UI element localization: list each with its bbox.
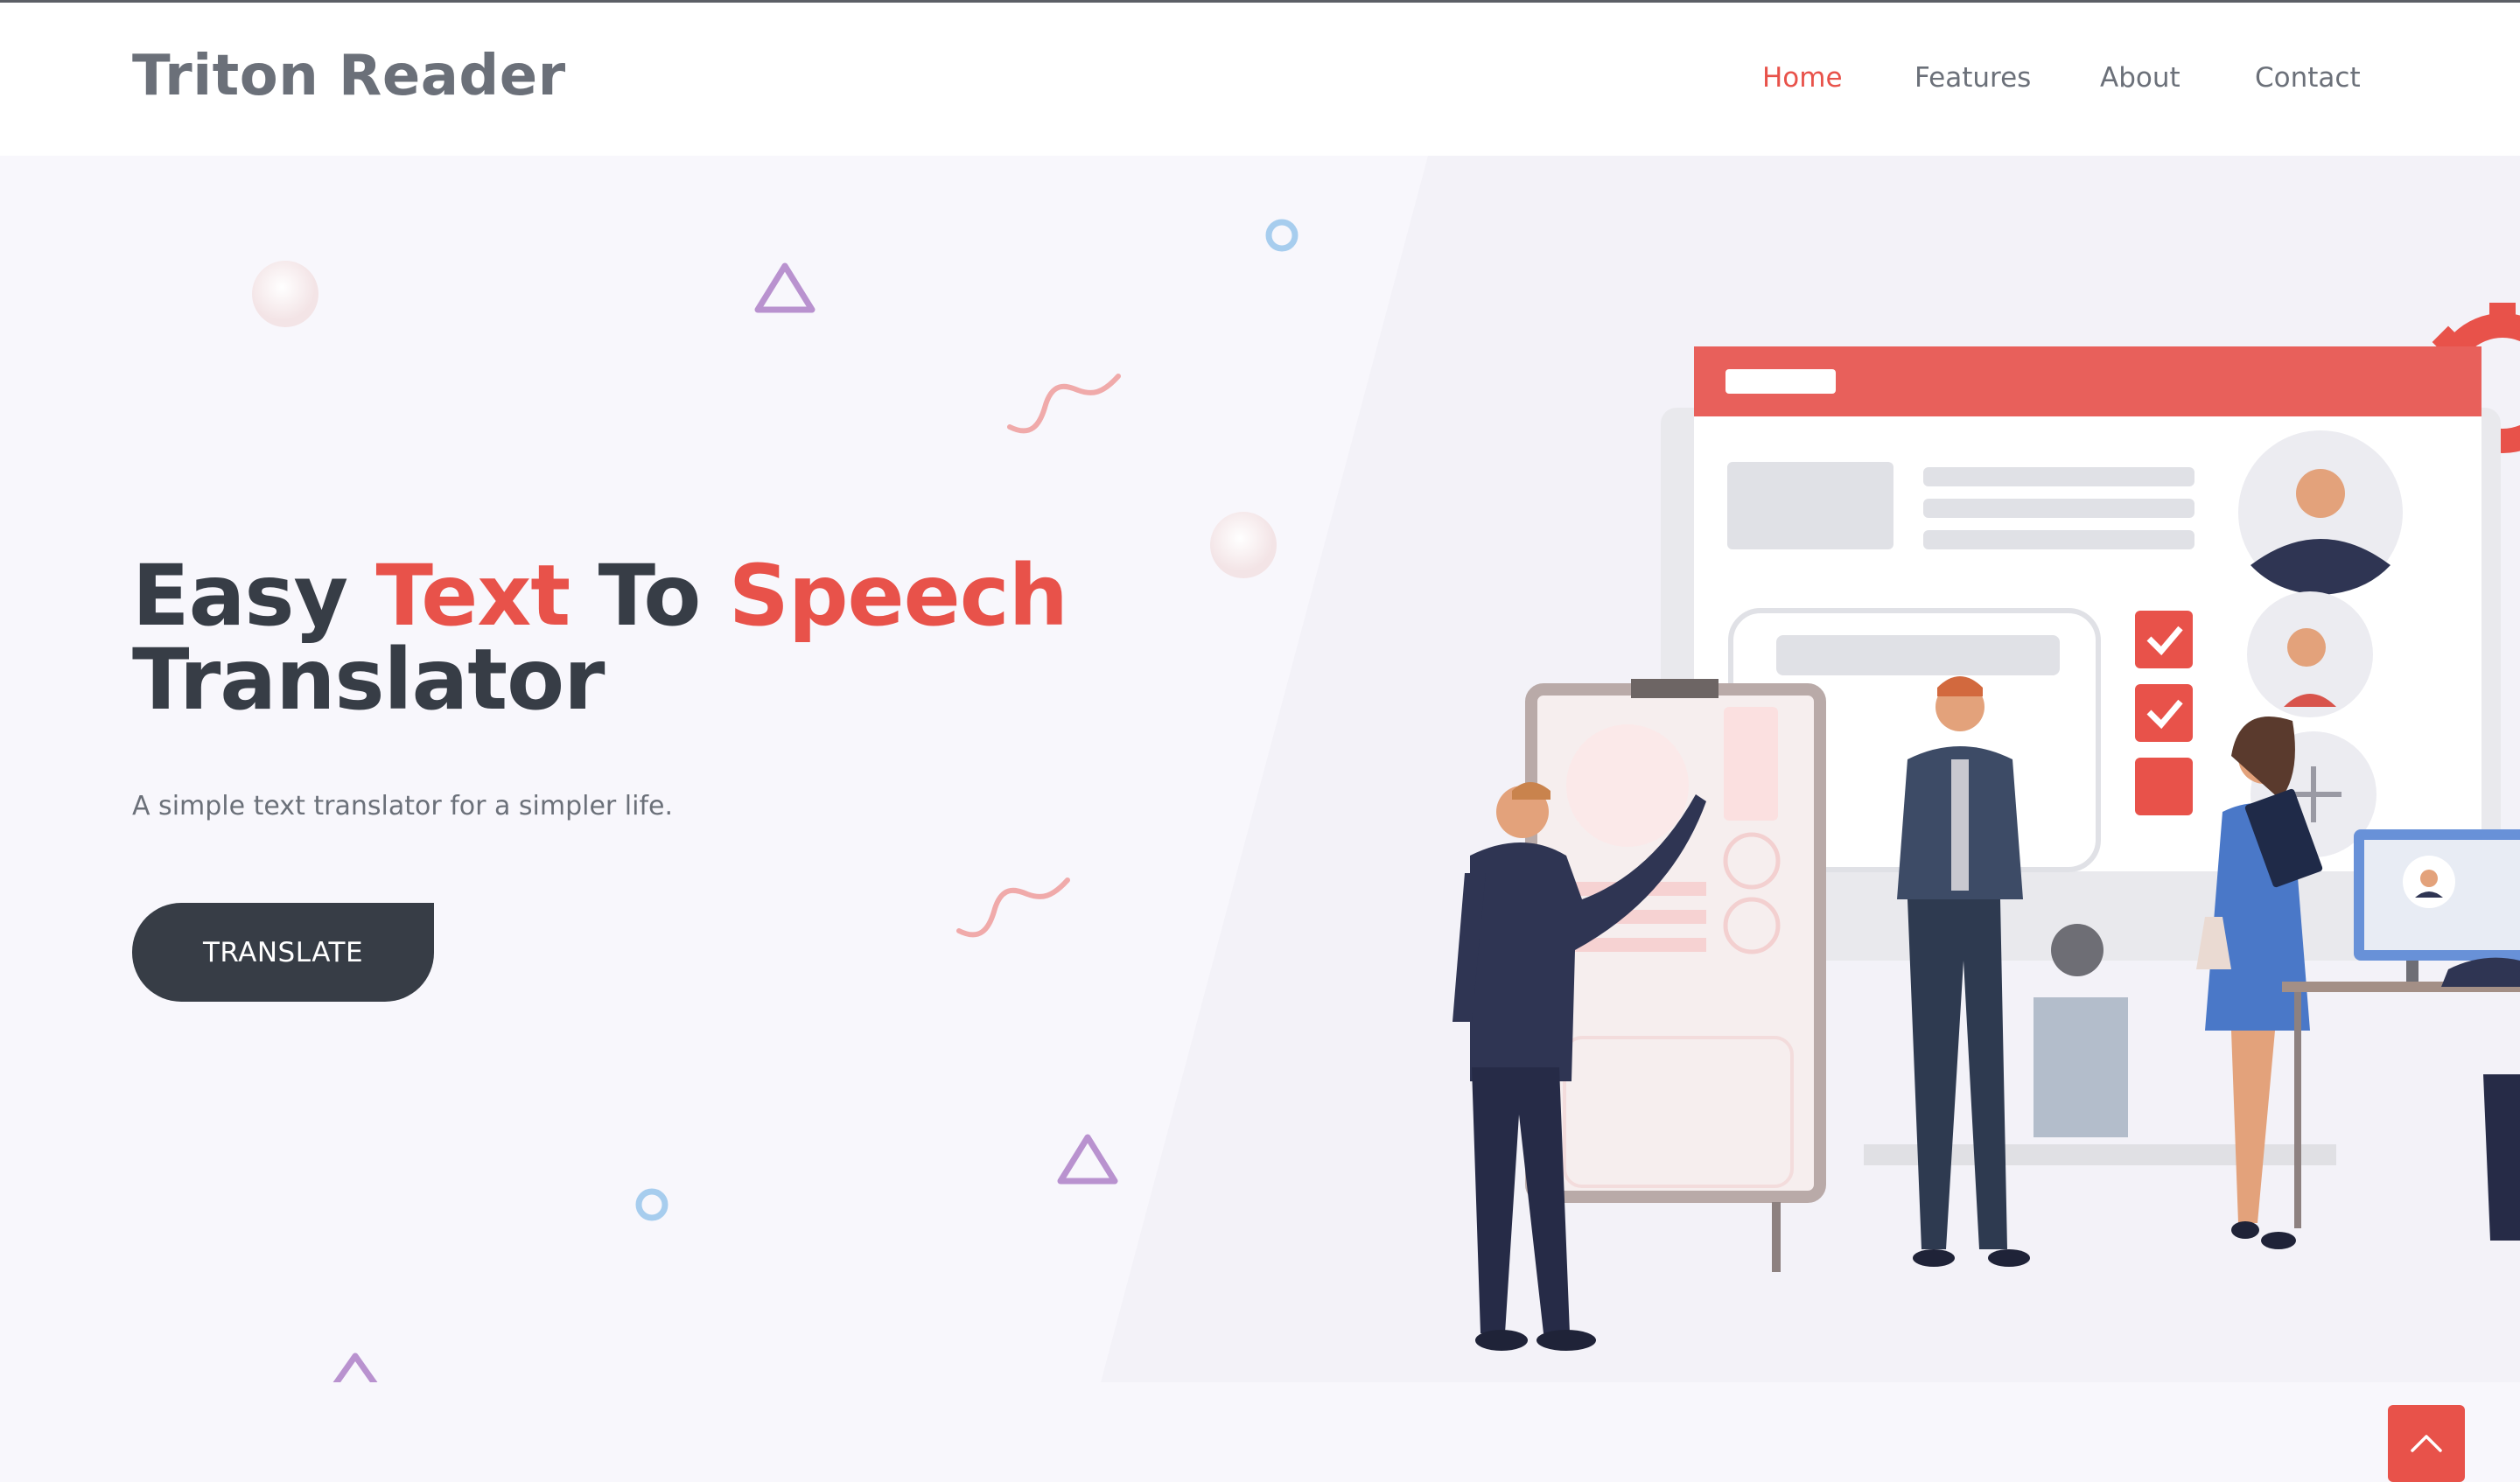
squiggle-shape xyxy=(1007,374,1121,434)
headline-accent-speech: Speech xyxy=(728,547,1068,645)
hero-headline: Easy Text To Speech Translator xyxy=(132,554,1068,722)
ring-shape xyxy=(635,1188,668,1221)
nav-about[interactable]: About xyxy=(2100,62,2180,94)
ring-shape xyxy=(1265,219,1298,252)
decorative-blob xyxy=(1210,512,1277,578)
decorative-blob xyxy=(252,261,318,327)
triangle-shape xyxy=(1057,1134,1118,1185)
chevron-up-icon xyxy=(2411,1435,2442,1452)
hero-subtitle: A simple text translator for a simpler l… xyxy=(132,791,674,821)
scroll-to-top-button[interactable] xyxy=(2388,1405,2465,1482)
squiggle-shape xyxy=(956,877,1070,938)
triangle-shape xyxy=(332,1353,378,1382)
translate-button[interactable]: TRANSLATE xyxy=(132,903,434,1002)
headline-line2: Translator xyxy=(132,631,605,729)
triangle-shape xyxy=(754,262,816,313)
nav-features[interactable]: Features xyxy=(1914,62,2031,94)
nav-contact[interactable]: Contact xyxy=(2255,62,2361,94)
main-nav: Home Features About Contact xyxy=(0,62,2520,106)
site-header: Triton Reader Home Features About Contac… xyxy=(0,3,2520,156)
hero-section: Easy Text To Speech Translator A simple … xyxy=(0,156,2520,1482)
team-illustration xyxy=(1452,303,2520,1351)
nav-home[interactable]: Home xyxy=(1762,62,1843,94)
